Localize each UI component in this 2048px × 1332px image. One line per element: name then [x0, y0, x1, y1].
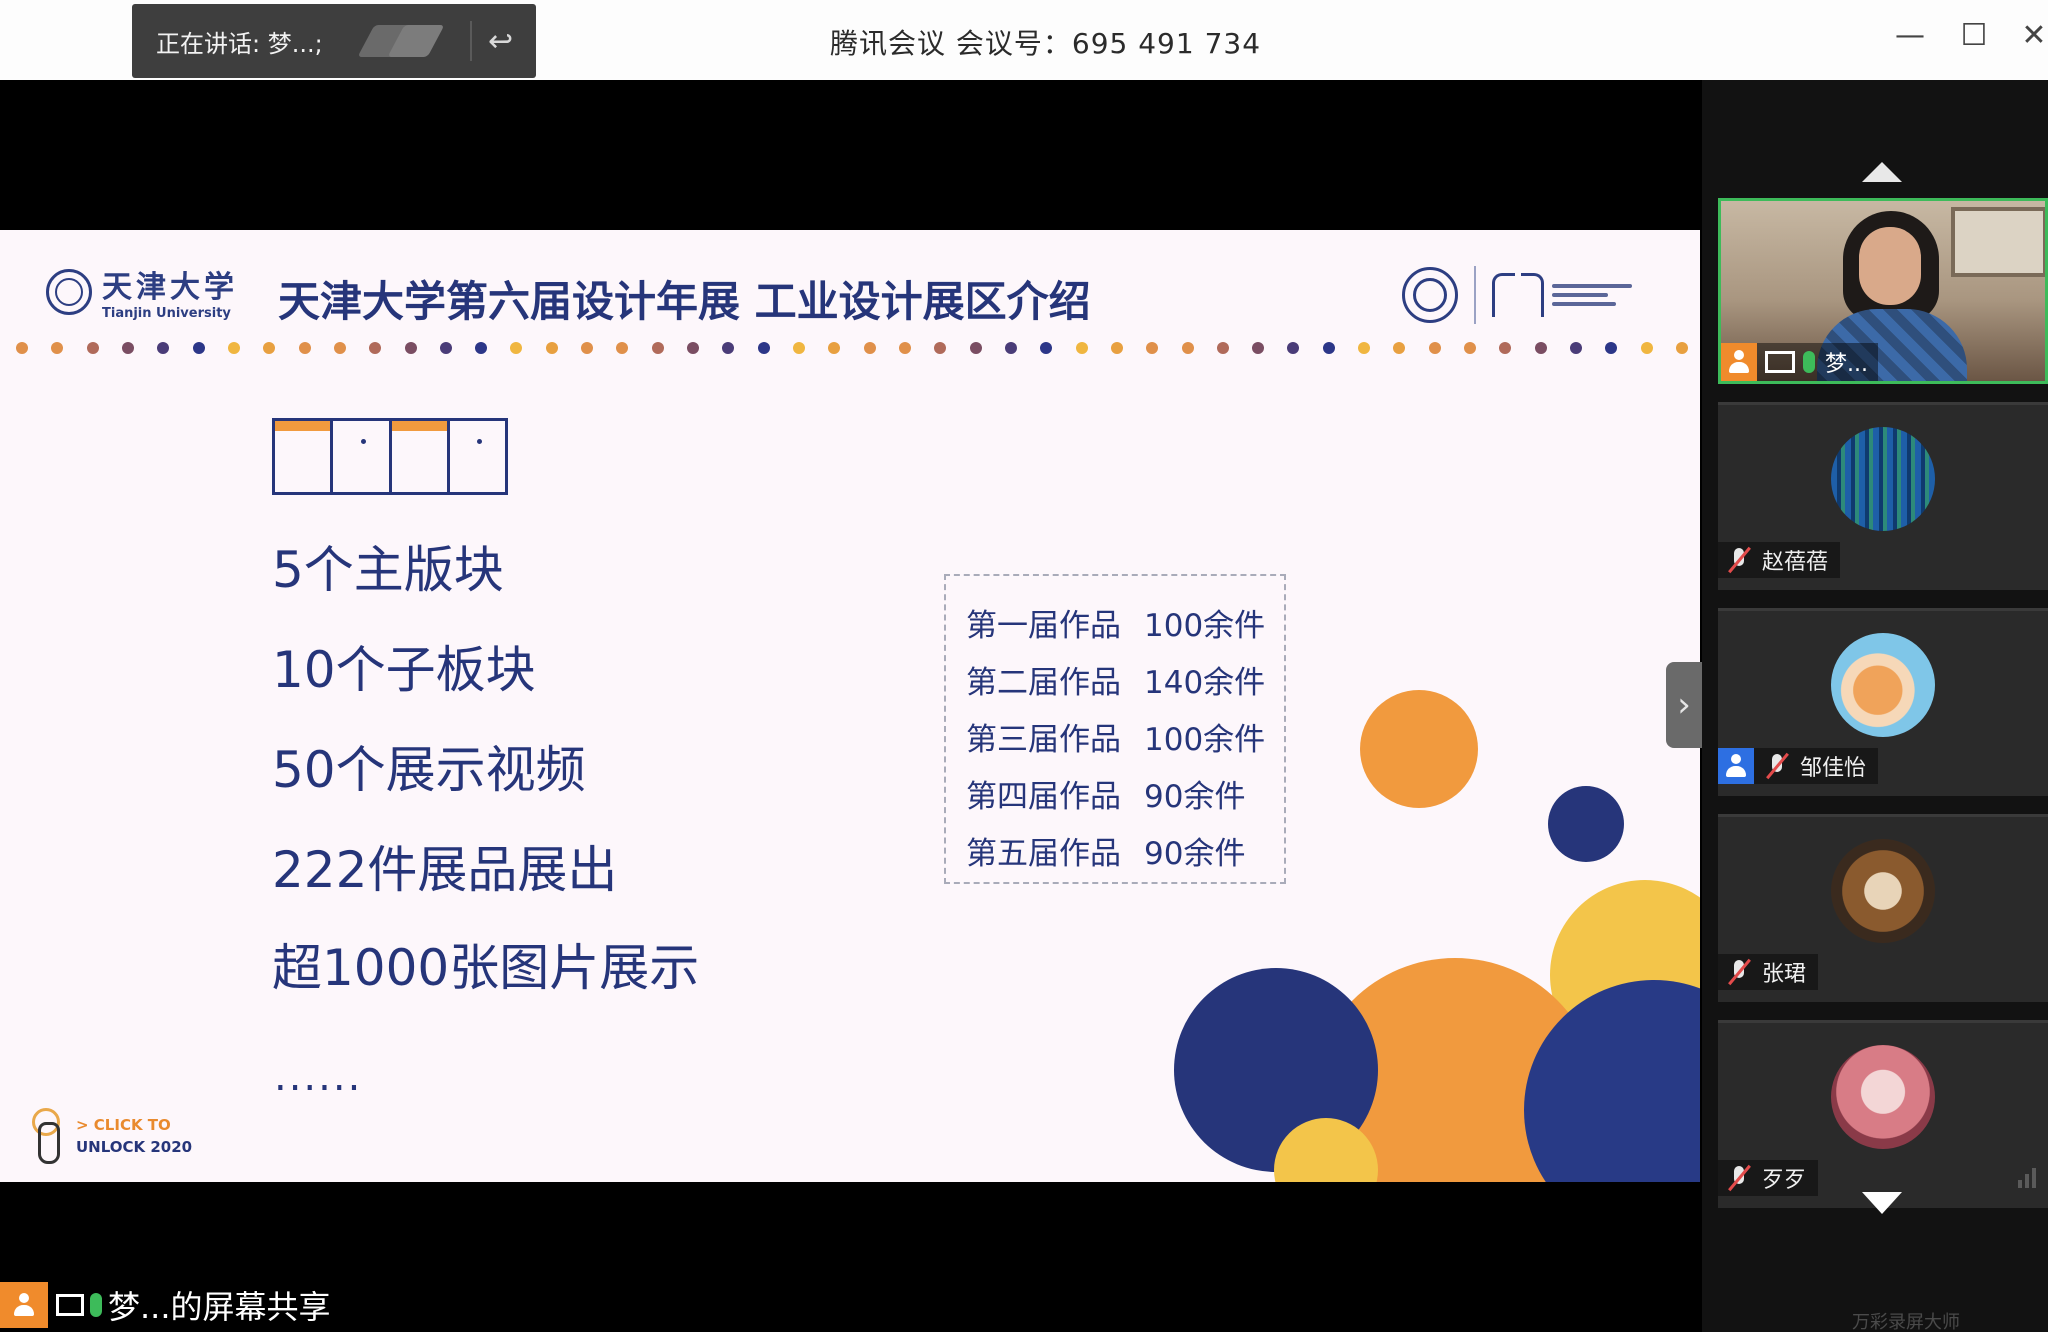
unlock-line-2: UNLOCK 2020	[76, 1138, 193, 1156]
divider	[470, 21, 472, 61]
mic-on-icon	[90, 1293, 102, 1317]
ellipsis: ......	[274, 1054, 363, 1100]
mic-muted-icon	[1726, 958, 1752, 986]
department-logos	[1402, 266, 1632, 324]
active-speaker-indicator[interactable]: 正在讲话: 梦...; ↩	[132, 4, 536, 78]
participant-avatar	[1831, 427, 1935, 531]
click-to-unlock-badge: > CLICK TO UNLOCK 2020	[28, 1108, 192, 1164]
participant-video-tile[interactable]: 梦...	[1718, 198, 2048, 384]
screen-share-icon	[56, 1294, 84, 1316]
participant-avatar	[1831, 839, 1935, 943]
screen-share-label: 梦...的屏幕共享	[108, 1288, 331, 1326]
speaker-avatars	[356, 21, 462, 61]
slide-header: 天津大学 Tianjin University 天津大学第六届设计年展 工业设计…	[0, 230, 1700, 354]
speaker-label: 正在讲话: 梦...;	[156, 29, 323, 58]
mic-muted-icon	[1726, 546, 1752, 574]
next-page-chevron-icon[interactable]: ›	[1666, 662, 1702, 748]
participant-name: 张珺	[1762, 962, 1807, 987]
participant-status-bar: 梦...	[1721, 343, 1878, 381]
title-bar: 正在讲话: 梦...; ↩ 腾讯会议 会议号：695 491 734 — ☐ ✕	[0, 0, 2048, 80]
participant-tile[interactable]: 邹佳怡	[1718, 608, 2048, 796]
shared-screen-slide: 天津大学 Tianjin University 天津大学第六届设计年展 工业设计…	[0, 230, 1700, 1182]
tju-logo: 天津大学 Tianjin University	[46, 262, 238, 321]
university-seal-icon	[1402, 267, 1458, 323]
stat-sub-sections: 10个子板块	[272, 641, 536, 699]
modules-grid-icon	[272, 418, 508, 495]
minimize-button[interactable]: —	[1890, 18, 1930, 53]
edition-row: 第三届作品 100余件	[966, 722, 1266, 758]
edition-row: 第四届作品 90余件	[966, 779, 1246, 815]
user-badge-icon	[1718, 748, 1754, 784]
back-icon[interactable]: ↩	[488, 24, 513, 59]
participant-name: 梦...	[1825, 352, 1868, 377]
scroll-down-icon[interactable]	[1862, 1192, 1902, 1214]
industrial-design-logo-icon	[1492, 273, 1544, 320]
edition-row: 第一届作品 100余件	[966, 608, 1266, 644]
dotted-divider	[16, 342, 1688, 356]
participant-name: 赵蓓蓓	[1762, 550, 1829, 575]
slide-title: 天津大学第六届设计年展 工业设计展区介绍	[278, 277, 1091, 326]
editions-count-box: 第一届作品 100余件 第二届作品 140余件 第三届作品 100余件 第四届作品 90…	[944, 574, 1286, 884]
pointing-hand-icon	[28, 1108, 64, 1164]
university-seal-icon	[46, 268, 92, 315]
participant-name: 邹佳怡	[1800, 756, 1867, 781]
edition-row: 第二届作品 140余件	[966, 665, 1266, 701]
host-icon	[0, 1282, 48, 1328]
participant-tile[interactable]: 歹歹	[1718, 1020, 2048, 1208]
university-name-cn: 天津大学	[102, 270, 238, 305]
edition-row: 第五届作品 90余件	[966, 836, 1246, 872]
participant-avatar	[1831, 1045, 1935, 1149]
decor-circle	[1548, 786, 1624, 862]
department-logo-text	[1552, 279, 1632, 311]
screen-share-status: 梦...的屏幕共享	[0, 1282, 331, 1328]
mic-on-icon	[1803, 351, 1815, 373]
scroll-up-icon[interactable]	[1862, 162, 1902, 182]
participant-avatar	[1831, 633, 1935, 737]
stat-exhibits: 222件展品展出	[272, 841, 618, 899]
stat-main-sections: 5个主版块	[272, 541, 504, 599]
participant-tile[interactable]: 张珺	[1718, 814, 2048, 1002]
participant-tile[interactable]: 赵蓓蓓	[1718, 402, 2048, 590]
stat-videos: 50个展示视频	[272, 741, 586, 799]
recorder-watermark: 万彩录屏大师	[1852, 1312, 1960, 1332]
mic-muted-icon	[1726, 1164, 1752, 1192]
close-button[interactable]: ✕	[2014, 18, 2048, 53]
maximize-button[interactable]: ☐	[1954, 18, 1994, 53]
signal-strength-icon	[2018, 1168, 2036, 1188]
meeting-title: 腾讯会议 会议号：695 491 734	[830, 27, 1262, 60]
mic-muted-icon	[1764, 752, 1790, 780]
host-icon	[1721, 343, 1757, 381]
university-name-en: Tianjin University	[102, 306, 231, 321]
decor-circle	[1360, 690, 1478, 808]
unlock-line-1: > CLICK TO	[76, 1116, 171, 1134]
participant-name: 歹歹	[1762, 1168, 1807, 1193]
stat-images: 超1000张图片展示	[272, 939, 700, 997]
screen-share-icon	[1765, 351, 1795, 373]
